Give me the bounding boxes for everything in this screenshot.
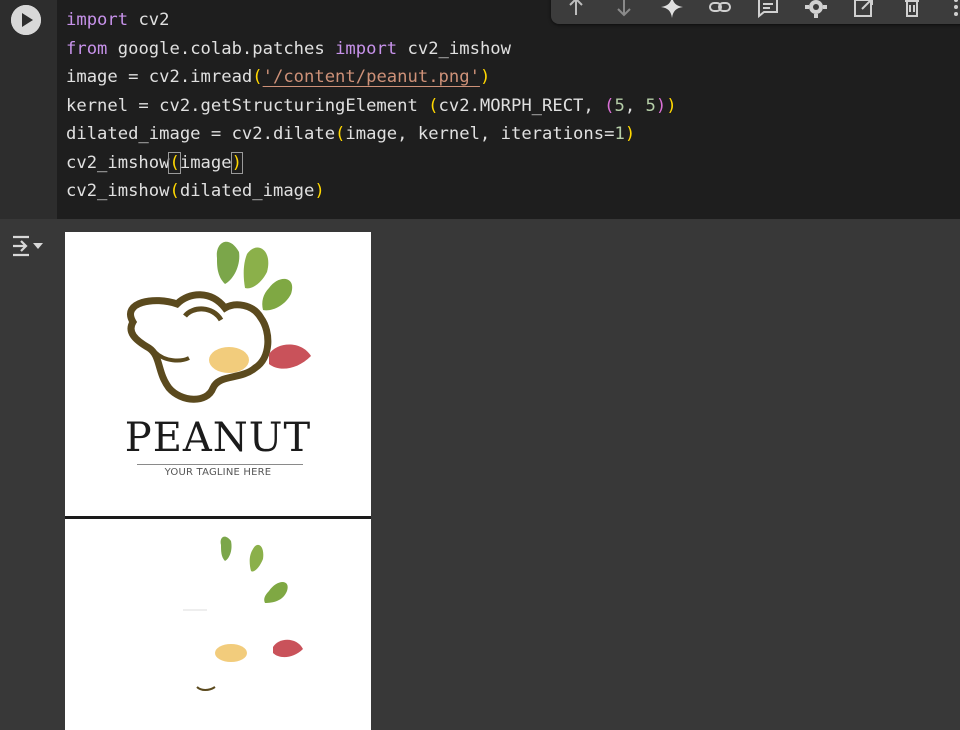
cell-gutter <box>0 0 57 219</box>
open-in-tab-icon[interactable] <box>851 0 877 20</box>
code-token: ( <box>335 124 346 144</box>
code-token: from <box>66 38 108 59</box>
code-token: ) <box>666 95 677 116</box>
code-token: ) <box>230 151 243 174</box>
logo-divider-line <box>137 464 303 465</box>
code-token: google.colab.patches <box>107 38 336 59</box>
logo-tagline: YOUR TAGLINE HERE <box>164 467 272 478</box>
code-token: cv2 <box>128 10 170 30</box>
code-cell[interactable]: import cv2 from google.colab.patches impo… <box>0 0 960 219</box>
comment-icon[interactable] <box>755 0 781 20</box>
code-line[interactable]: kernel = cv2.getStructuringElement (cv2.… <box>66 92 677 121</box>
output-image-original: PEANUT YOUR TAGLINE HERE <box>65 232 371 516</box>
code-token: cv2.MORPH_RECT, <box>438 95 605 116</box>
code-token: 5 <box>645 95 656 116</box>
code-token: , <box>624 95 646 116</box>
code-token: import <box>335 38 398 59</box>
play-icon <box>11 5 41 35</box>
cell-toolbar <box>551 0 960 24</box>
code-line[interactable]: cv2_imshow(image) <box>66 149 677 178</box>
run-cell-button[interactable] <box>11 5 41 35</box>
code-token: image <box>179 152 232 173</box>
code-editor[interactable]: import cv2 from google.colab.patches impo… <box>66 6 677 206</box>
code-token: image, kernel, iterations= <box>345 124 615 144</box>
code-token: dilated_image <box>179 181 315 201</box>
logo-wordmark: PEANUT <box>124 415 312 461</box>
code-token: import <box>66 10 129 30</box>
code-token: 5 <box>614 95 625 116</box>
code-token: cv2_imshow <box>66 152 170 173</box>
code-token: image = cv2.imread <box>66 67 253 87</box>
settings-gear-icon[interactable] <box>803 0 829 20</box>
code-line[interactable]: from google.colab.patches import cv2_ims… <box>66 35 677 64</box>
code-token: ( <box>428 95 439 116</box>
move-up-icon[interactable] <box>563 0 589 20</box>
colab-notebook: import cv2 from google.colab.patches impo… <box>0 0 960 730</box>
code-token: ) <box>479 67 491 87</box>
cell-output: PEANUT YOUR TAGLINE HERE <box>0 219 960 730</box>
move-down-icon[interactable] <box>611 0 637 20</box>
code-token: ) <box>655 95 667 116</box>
code-line[interactable]: cv2_imshow(dilated_image) <box>66 177 677 206</box>
output-image-dilated <box>65 519 371 730</box>
output-collapse-icon <box>13 235 43 257</box>
code-token: ( <box>604 95 615 116</box>
code-token: cv2_imshow <box>66 181 170 201</box>
code-token: dilated_image = cv2.dilate <box>66 124 336 144</box>
code-token: ) <box>624 124 636 144</box>
gemini-sparkle-icon[interactable] <box>659 0 685 20</box>
code-token: ) <box>314 181 325 201</box>
more-icon[interactable] <box>943 0 960 20</box>
output-collapse-button[interactable] <box>10 231 46 261</box>
code-token: ( <box>252 67 263 87</box>
dilated-logo-graphic <box>183 536 303 691</box>
code-token: 1 <box>614 124 625 144</box>
code-line[interactable]: dilated_image = cv2.dilate(image, kernel… <box>66 120 677 149</box>
code-token: ( <box>168 151 181 174</box>
link-icon[interactable] <box>707 0 733 20</box>
code-token: ( <box>169 181 180 201</box>
code-token: '/content/peanut.png' <box>262 67 480 87</box>
code-token: cv2_imshow <box>397 38 511 59</box>
peanut-logo-graphic <box>127 241 311 403</box>
code-token: kernel = cv2.getStructuringElement <box>66 95 429 116</box>
code-line[interactable]: image = cv2.imread('/content/peanut.png'… <box>66 63 677 92</box>
delete-icon[interactable] <box>899 0 925 20</box>
